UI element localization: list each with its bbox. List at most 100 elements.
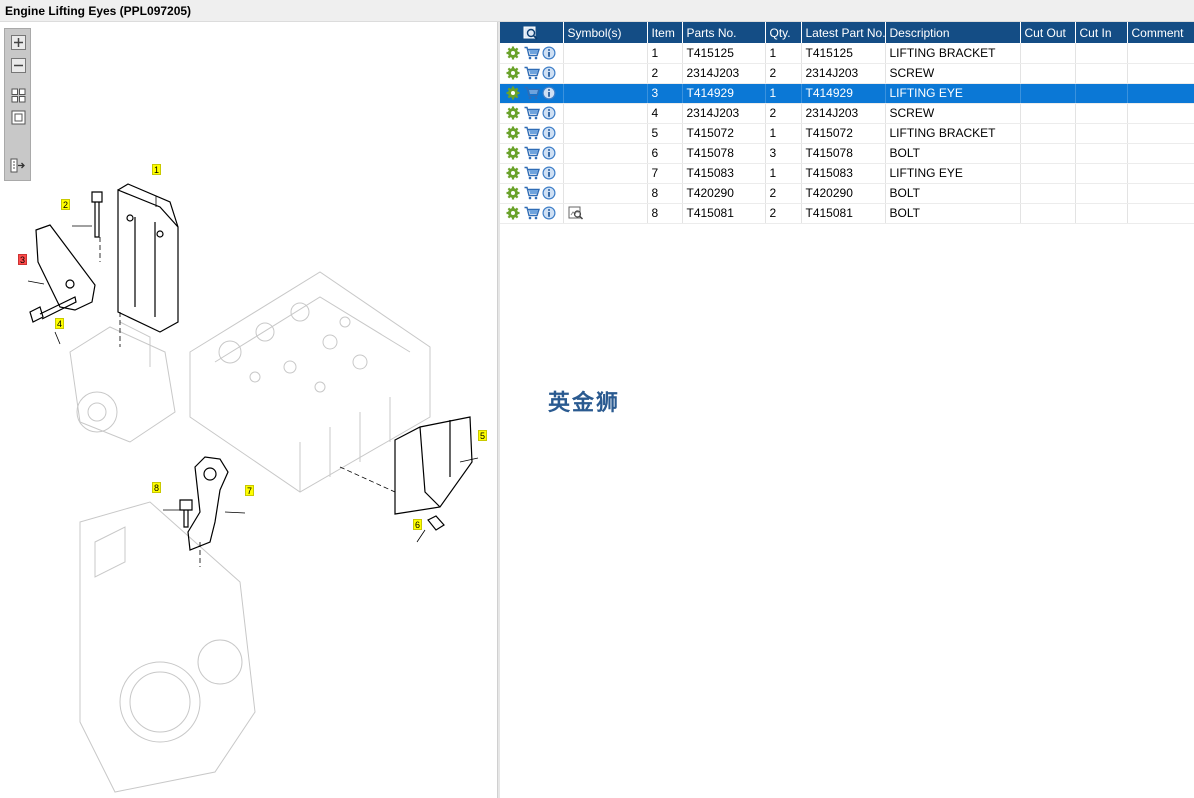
part-no-cell: T415081 xyxy=(682,203,766,224)
cart-icon[interactable] xyxy=(524,126,540,140)
cart-icon[interactable] xyxy=(524,166,540,180)
qty-cell: 2 xyxy=(765,103,802,124)
callout-item-8[interactable]: 8 xyxy=(152,482,162,493)
exploded-diagram xyxy=(27,183,479,793)
symbol-cell xyxy=(563,123,648,144)
description-cell: BOLT xyxy=(885,203,1021,224)
info-icon[interactable] xyxy=(542,166,556,180)
col-header[interactable]: Item xyxy=(647,22,683,43)
cut-in-cell xyxy=(1075,83,1128,104)
zoom-in-button[interactable] xyxy=(10,34,27,51)
part-no-cell: T415072 xyxy=(682,123,766,144)
callout-item-6[interactable]: 6 xyxy=(413,519,423,530)
window-title: Engine Lifting Eyes (PPL097205) xyxy=(5,4,192,18)
col-header[interactable]: Latest Part No. xyxy=(801,22,886,43)
description-cell: LIFTING EYE xyxy=(885,83,1021,104)
info-icon[interactable] xyxy=(542,106,556,120)
info-icon[interactable] xyxy=(542,46,556,60)
table-row[interactable]: 7 T415083 1 T415083 LIFTING EYE xyxy=(500,163,1194,184)
row-actions-cell xyxy=(500,83,564,104)
comment-cell xyxy=(1127,143,1194,164)
description-cell: SCREW xyxy=(885,63,1021,84)
table-row[interactable]: 5 T415072 1 T415072 LIFTING BRACKET xyxy=(500,123,1194,144)
cut-out-cell xyxy=(1020,63,1076,84)
item-cell: 5 xyxy=(647,123,683,144)
cart-icon[interactable] xyxy=(524,106,540,120)
gear-icon[interactable] xyxy=(506,126,520,140)
col-header[interactable]: Comment xyxy=(1127,22,1194,43)
zoom-out-icon xyxy=(11,58,26,73)
qty-cell: 2 xyxy=(765,63,802,84)
cart-icon[interactable] xyxy=(524,66,540,80)
cart-icon[interactable] xyxy=(524,46,540,60)
callout-item-7[interactable]: 7 xyxy=(245,485,255,496)
table-row[interactable]: 6 T415078 3 T415078 BOLT xyxy=(500,143,1194,164)
part-no-cell: T415125 xyxy=(682,43,766,64)
cart-icon[interactable] xyxy=(524,86,540,100)
fit-page-button[interactable] xyxy=(10,87,27,104)
info-icon[interactable] xyxy=(542,66,556,80)
table-row[interactable]: 2 2314J203 2 2314J203 SCREW xyxy=(500,63,1194,84)
item-cell: 4 xyxy=(647,103,683,124)
gear-icon[interactable] xyxy=(506,166,520,180)
col-header[interactable]: Qty. xyxy=(765,22,802,43)
symbol-cell xyxy=(563,63,648,84)
table-row[interactable]: 8 T420290 2 T420290 BOLT xyxy=(500,183,1194,204)
callout-item-4[interactable]: 4 xyxy=(55,318,65,329)
info-icon[interactable] xyxy=(542,206,556,220)
callout-item-2[interactable]: 2 xyxy=(61,199,71,210)
info-icon[interactable] xyxy=(542,86,556,100)
comment-cell xyxy=(1127,63,1194,84)
cut-in-cell xyxy=(1075,203,1128,224)
latest-part-cell: T415078 xyxy=(801,143,886,164)
info-icon[interactable] xyxy=(542,186,556,200)
col-header[interactable]: Cut Out xyxy=(1020,22,1076,43)
actual-size-button[interactable] xyxy=(10,109,27,126)
item-cell: 8 xyxy=(647,183,683,204)
qty-cell: 1 xyxy=(765,83,802,104)
cart-icon[interactable] xyxy=(524,186,540,200)
actual-size-icon xyxy=(11,110,26,125)
row-actions-cell xyxy=(500,183,564,204)
col-header[interactable]: Symbol(s) xyxy=(563,22,648,43)
item-cell: 6 xyxy=(647,143,683,164)
gear-icon[interactable] xyxy=(506,46,520,60)
info-icon[interactable] xyxy=(542,126,556,140)
header-search-cell[interactable] xyxy=(500,22,564,43)
comment-cell xyxy=(1127,43,1194,64)
item-cell: 2 xyxy=(647,63,683,84)
export-button[interactable] xyxy=(10,157,27,174)
gear-icon[interactable] xyxy=(506,66,520,80)
comment-cell xyxy=(1127,183,1194,204)
col-header[interactable]: Cut In xyxy=(1075,22,1128,43)
part-no-cell: T415083 xyxy=(682,163,766,184)
gear-icon[interactable] xyxy=(506,106,520,120)
callout-item-3[interactable]: 3 xyxy=(18,254,28,265)
search-parts-icon xyxy=(523,26,538,40)
table-header-row: Symbol(s) Item Parts No. Qty. Latest Par… xyxy=(500,22,1194,43)
callout-item-5[interactable]: 5 xyxy=(478,430,488,441)
table-row[interactable]: 4 2314J203 2 2314J203 SCREW xyxy=(500,103,1194,124)
table-row[interactable]: 1 T415125 1 T415125 LIFTING BRACKET xyxy=(500,43,1194,64)
callout-item-1[interactable]: 1 xyxy=(152,164,162,175)
symbol-cell xyxy=(563,43,648,64)
table-row[interactable]: 3 T414929 1 T414929 LIFTING EYE xyxy=(500,83,1194,104)
parts-diagram-panel[interactable]: 1 2 3 4 5 6 7 8 xyxy=(0,22,497,798)
gear-icon[interactable] xyxy=(506,206,520,220)
cut-in-cell xyxy=(1075,123,1128,144)
col-header[interactable]: Parts No. xyxy=(682,22,766,43)
cart-icon[interactable] xyxy=(524,206,540,220)
cart-icon[interactable] xyxy=(524,146,540,160)
gear-icon[interactable] xyxy=(506,86,520,100)
table-row[interactable]: 8 T415081 2 T415081 BOLT xyxy=(500,203,1194,224)
gear-icon[interactable] xyxy=(506,146,520,160)
col-header[interactable]: Description xyxy=(885,22,1021,43)
comment-cell xyxy=(1127,103,1194,124)
gear-icon[interactable] xyxy=(506,186,520,200)
part-no-cell: T414929 xyxy=(682,83,766,104)
latest-part-cell: T415083 xyxy=(801,163,886,184)
cut-in-cell xyxy=(1075,63,1128,84)
info-icon[interactable] xyxy=(542,146,556,160)
zoom-out-button[interactable] xyxy=(10,57,27,74)
view-icon[interactable] xyxy=(568,206,583,220)
